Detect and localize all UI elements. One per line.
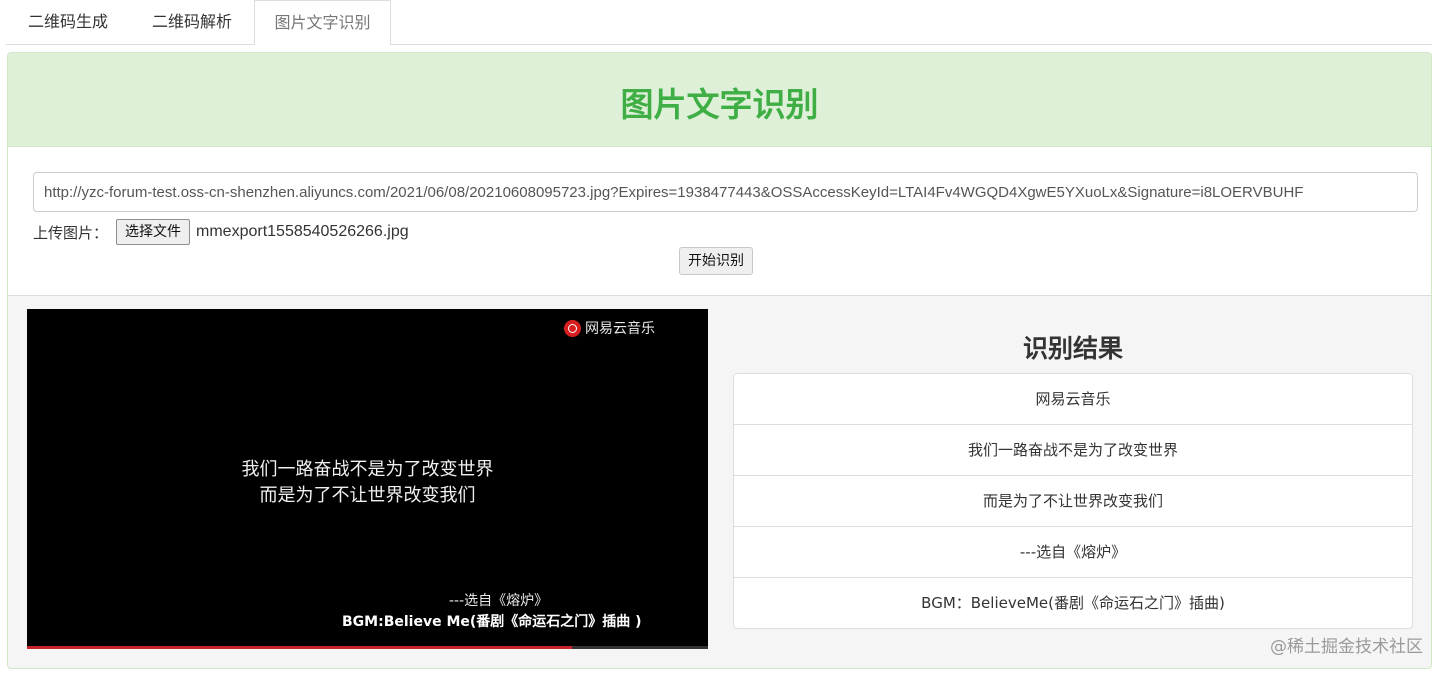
- panel-header: 图片文字识别: [8, 53, 1431, 147]
- image-url-input[interactable]: [33, 172, 1418, 212]
- result-title: 识别结果: [1022, 334, 1123, 363]
- watermark: @稀土掘金技术社区: [1270, 637, 1423, 657]
- choose-file-button[interactable]: 选择文件: [116, 219, 191, 245]
- tab-image-ocr[interactable]: 图片文字识别: [254, 0, 391, 46]
- start-recognition-button[interactable]: 开始识别: [679, 247, 753, 275]
- result-item: 我们一路奋战不是为了改变世界: [734, 424, 1412, 475]
- image-brand-text: 网易云音乐: [585, 321, 655, 337]
- result-item: BGM：BelieveMe(番剧《命运石之门》插曲): [734, 577, 1412, 628]
- tab-qrcode-parse[interactable]: 二维码解析: [130, 0, 254, 45]
- image-progress-bar: [27, 646, 708, 649]
- image-text-source: ---选自《熔炉》: [449, 593, 549, 609]
- upload-label: 上传图片：: [33, 223, 109, 242]
- selected-file-name: mmexport1558540526266.jpg: [196, 223, 409, 240]
- upload-row: 上传图片： 选择文件 mmexport1558540526266.jpg: [33, 219, 409, 245]
- image-progress-fill: [27, 646, 572, 649]
- image-brand-logo: 网易云音乐: [564, 318, 655, 338]
- image-text-bgm: BGM:Believe Me(番剧《命运石之门》插曲 ): [342, 614, 642, 630]
- result-item: ---选自《熔炉》: [734, 526, 1412, 577]
- tab-qrcode-generate[interactable]: 二维码生成: [6, 0, 130, 45]
- ocr-panel: 图片文字识别 上传图片： 选择文件 mmexport1558540526266.…: [7, 52, 1432, 669]
- image-text-line2: 而是为了不让世界改变我们: [259, 485, 476, 506]
- netease-music-icon: [564, 319, 581, 337]
- uploaded-image-preview: 网易云音乐 我们一路奋战不是为了改变世界 而是为了不让世界改变我们 ---选自《…: [27, 309, 708, 649]
- ocr-form: 上传图片： 选择文件 mmexport1558540526266.jpg 开始识…: [8, 147, 1431, 296]
- tab-bar: 二维码生成 二维码解析 图片文字识别: [6, 0, 1432, 46]
- result-item: 网易云音乐: [1035, 390, 1111, 408]
- image-text-line1: 我们一路奋战不是为了改变世界: [241, 459, 494, 480]
- result-list: 网易云音乐 我们一路奋战不是为了改变世界 而是为了不让世界改变我们 ---选自《…: [733, 373, 1413, 629]
- page-title: 图片文字识别: [620, 85, 819, 124]
- result-item: 而是为了不让世界改变我们: [734, 475, 1412, 526]
